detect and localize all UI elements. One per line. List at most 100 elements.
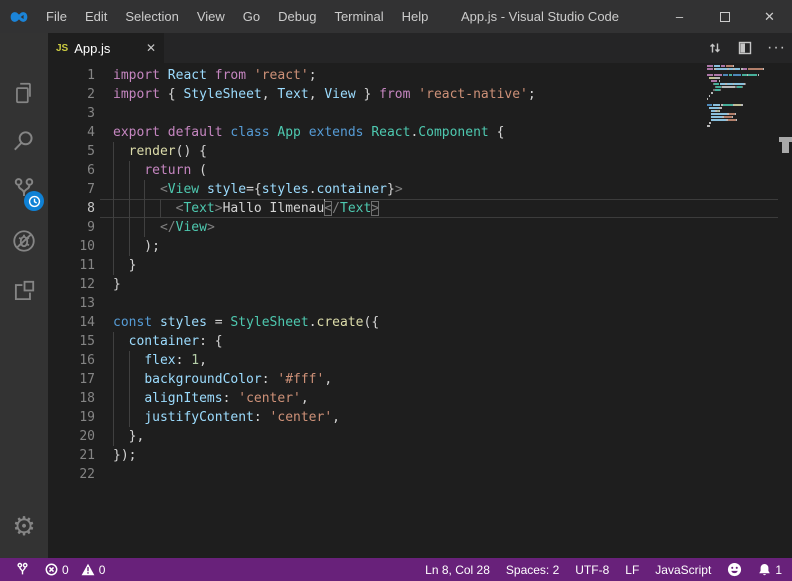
line-number[interactable]: 7: [48, 180, 95, 199]
code-line[interactable]: 3: [48, 104, 778, 123]
code-line-content[interactable]: </View>: [113, 218, 778, 237]
line-number[interactable]: 22: [48, 465, 95, 484]
menu-item-debug[interactable]: Debug: [269, 0, 325, 33]
line-number[interactable]: 18: [48, 389, 95, 408]
open-changes-icon[interactable]: [707, 40, 723, 56]
maximize-icon[interactable]: [702, 0, 747, 33]
code-line-content[interactable]: }: [113, 275, 778, 294]
code-line-content[interactable]: render() {: [113, 142, 778, 161]
code-line[interactable]: 11 }: [48, 256, 778, 275]
code-line[interactable]: 10 );: [48, 237, 778, 256]
cursor-position[interactable]: Ln 8, Col 28: [417, 563, 498, 577]
search-icon[interactable]: [0, 117, 48, 165]
code-line-content[interactable]: <Text>Hallo Ilmenau</Text>: [113, 199, 778, 218]
code-line[interactable]: 4 export default class App extends React.…: [48, 123, 778, 142]
line-number[interactable]: 11: [48, 256, 95, 275]
code-line[interactable]: 7 <View style={styles.container}>: [48, 180, 778, 199]
source-control-icon[interactable]: [0, 165, 48, 213]
settings-gear-icon[interactable]: ⚙: [0, 506, 48, 546]
menu-item-help[interactable]: Help: [393, 0, 438, 33]
close-icon[interactable]: ✕: [747, 0, 792, 33]
line-number[interactable]: 4: [48, 123, 95, 142]
code-line[interactable]: 20 },: [48, 427, 778, 446]
code-line-content[interactable]: return (: [113, 161, 778, 180]
menu-item-terminal[interactable]: Terminal: [325, 0, 392, 33]
indentation[interactable]: Spaces: 2: [498, 563, 567, 577]
code-line-content[interactable]: [113, 465, 778, 484]
code-line-content[interactable]: }: [113, 256, 778, 275]
code-line-content[interactable]: import React from 'react';: [113, 66, 778, 85]
line-number[interactable]: 20: [48, 427, 95, 446]
explorer-icon[interactable]: [0, 69, 48, 117]
git-branch-indicator[interactable]: [8, 562, 37, 577]
line-number[interactable]: 19: [48, 408, 95, 427]
minimize-icon[interactable]: –: [657, 0, 702, 33]
minimap[interactable]: [707, 65, 769, 131]
warning-count[interactable]: 0: [81, 563, 114, 577]
feedback-smiley-icon[interactable]: [719, 562, 750, 577]
line-number[interactable]: 21: [48, 446, 95, 465]
line-number[interactable]: 10: [48, 237, 95, 256]
encoding[interactable]: UTF-8: [567, 563, 617, 577]
split-editor-icon[interactable]: [737, 40, 753, 56]
code-line[interactable]: 13: [48, 294, 778, 313]
tab-appjs[interactable]: JS App.js ✕: [48, 33, 164, 63]
error-count[interactable]: 0: [41, 563, 77, 577]
eol-sequence[interactable]: LF: [617, 563, 647, 577]
line-number[interactable]: 13: [48, 294, 95, 313]
code-line-content[interactable]: [113, 294, 778, 313]
menu-item-go[interactable]: Go: [234, 0, 269, 33]
more-actions-icon[interactable]: ···: [767, 43, 786, 53]
code-line[interactable]: 22: [48, 465, 778, 484]
code-line[interactable]: 16 flex: 1,: [48, 351, 778, 370]
line-number[interactable]: 14: [48, 313, 95, 332]
line-number[interactable]: 6: [48, 161, 95, 180]
code-line[interactable]: 18 alignItems: 'center',: [48, 389, 778, 408]
code-line[interactable]: 6 return (: [48, 161, 778, 180]
code-line[interactable]: 21});: [48, 446, 778, 465]
line-number[interactable]: 16: [48, 351, 95, 370]
line-number[interactable]: 5: [48, 142, 95, 161]
line-number[interactable]: 1: [48, 66, 95, 85]
code-line[interactable]: 17 backgroundColor: '#fff',: [48, 370, 778, 389]
menu-item-edit[interactable]: Edit: [76, 0, 116, 33]
code-line-content[interactable]: <View style={styles.container}>: [113, 180, 778, 199]
menu-item-selection[interactable]: Selection: [116, 0, 187, 33]
line-number[interactable]: 12: [48, 275, 95, 294]
debug-icon[interactable]: [0, 217, 48, 265]
code-line[interactable]: 12}: [48, 275, 778, 294]
code-line-content[interactable]: });: [113, 446, 778, 465]
code-line[interactable]: 15 container: {: [48, 332, 778, 351]
code-line[interactable]: 5 render() {: [48, 142, 778, 161]
line-number[interactable]: 17: [48, 370, 95, 389]
line-number[interactable]: 2: [48, 85, 95, 104]
code-line-content[interactable]: );: [113, 237, 778, 256]
code-line[interactable]: 19 justifyContent: 'center',: [48, 408, 778, 427]
line-number[interactable]: 8: [48, 199, 95, 218]
code-line[interactable]: 2 import { StyleSheet, Text, View } from …: [48, 85, 778, 104]
code-line-content[interactable]: justifyContent: 'center',: [113, 408, 778, 427]
language-mode[interactable]: JavaScript: [647, 563, 719, 577]
code-line[interactable]: 1 import React from 'react';: [48, 66, 778, 85]
code-line[interactable]: 8 <Text>Hallo Ilmenau</Text>: [48, 199, 778, 218]
extensions-icon[interactable]: [0, 267, 48, 315]
code-line-content[interactable]: },: [113, 427, 778, 446]
code-line-content[interactable]: backgroundColor: '#fff',: [113, 370, 778, 389]
code-line-content[interactable]: import { StyleSheet, Text, View } from '…: [113, 85, 778, 104]
code-editor[interactable]: 1 import React from 'react'; 2 import { Sty…: [48, 63, 792, 558]
menu-item-view[interactable]: View: [188, 0, 234, 33]
code-line-content[interactable]: flex: 1,: [113, 351, 778, 370]
code-line-content[interactable]: export default class App extends React.C…: [113, 123, 778, 142]
menu-item-file[interactable]: File: [37, 0, 76, 33]
code-line[interactable]: 14 const styles = StyleSheet.create({: [48, 313, 778, 332]
code-line-content[interactable]: const styles = StyleSheet.create({: [113, 313, 778, 332]
code-line-content[interactable]: [113, 104, 778, 123]
notifications-bell[interactable]: 1: [750, 563, 792, 577]
line-number[interactable]: 15: [48, 332, 95, 351]
line-number[interactable]: 9: [48, 218, 95, 237]
line-number[interactable]: 3: [48, 104, 95, 123]
code-line[interactable]: 9 </View>: [48, 218, 778, 237]
code-line-content[interactable]: container: {: [113, 332, 778, 351]
close-tab-icon[interactable]: ✕: [146, 41, 156, 55]
code-line-content[interactable]: alignItems: 'center',: [113, 389, 778, 408]
